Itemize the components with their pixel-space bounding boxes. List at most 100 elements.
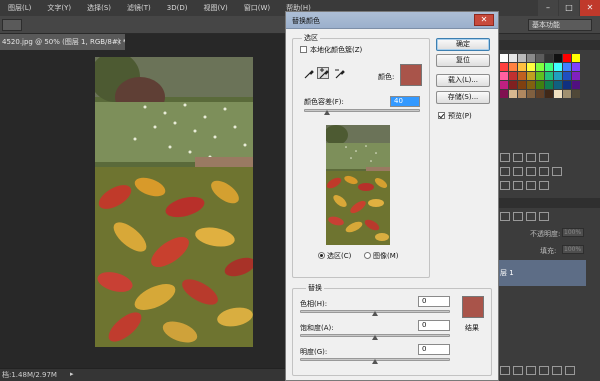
exposure-icon[interactable] — [539, 153, 549, 162]
lightness-field[interactable]: 0 — [418, 344, 450, 355]
document-tab[interactable]: 4520.jpg @ 50% (图层 1, RGB/8#) * × — [0, 34, 125, 50]
minimize-button[interactable]: – — [538, 0, 558, 16]
maximize-button[interactable]: □ — [559, 0, 579, 16]
menu-3d[interactable]: 3D(D) — [159, 0, 196, 16]
hue-field[interactable]: 0 — [418, 296, 450, 307]
reset-button[interactable]: 复位 — [436, 54, 490, 67]
close-app-button[interactable]: ✕ — [580, 0, 600, 16]
fill-field[interactable]: 100% — [562, 245, 584, 254]
eyedropper-plus-icon — [319, 68, 329, 79]
black-white-icon[interactable] — [539, 167, 549, 176]
localized-clusters-label: 本地化颜色簇(Z) — [310, 46, 363, 54]
selection-preview[interactable] — [326, 125, 390, 245]
maximize-icon: □ — [565, 3, 573, 12]
layers-footer-icons — [500, 366, 575, 375]
selection-color-swatch[interactable] — [400, 64, 422, 86]
vibrance-icon[interactable] — [500, 167, 510, 176]
eyedropper-icon[interactable] — [303, 68, 315, 80]
tool-preset-picker[interactable] — [2, 19, 22, 31]
link-layers-icon[interactable] — [500, 366, 510, 375]
replace-color-dialog: 替换颜色 ✕ 选区 本地化颜色簇(Z) 颜色: 颜色容差(F): 40 选区(C… — [285, 11, 499, 381]
saturation-field[interactable]: 0 — [418, 320, 450, 331]
adjustments-row-2 — [500, 167, 562, 176]
localized-clusters-checkbox[interactable] — [300, 46, 307, 53]
invert-icon[interactable] — [500, 181, 510, 190]
replacement-group-title: 替换 — [306, 283, 324, 293]
layer-filter-icons — [500, 212, 549, 221]
menu-select[interactable]: 选择(S) — [79, 0, 119, 16]
canvas-image — [95, 57, 253, 347]
menu-type[interactable]: 文字(Y) — [39, 0, 79, 16]
menu-view[interactable]: 视图(V) — [195, 0, 235, 16]
fuzziness-slider-thumb[interactable] — [324, 110, 331, 115]
new-group-icon[interactable] — [552, 366, 562, 375]
saturation-slider-thumb[interactable] — [372, 335, 378, 340]
color-balance-icon[interactable] — [526, 167, 536, 176]
saturation-label: 饱和度(A): — [300, 324, 334, 332]
layer-row-selected[interactable]: 层 1 — [498, 260, 586, 286]
opacity-label: 不透明度: — [530, 230, 561, 238]
filter-adjust-icon[interactable] — [513, 212, 523, 221]
eyedropper-minus-icon[interactable] — [334, 68, 346, 80]
swatches-panel-header[interactable] — [498, 40, 600, 50]
add-to-sample-tool[interactable] — [317, 67, 329, 79]
layers-panel-header[interactable] — [498, 198, 600, 208]
result-color-swatch[interactable] — [462, 296, 484, 318]
adjustments-row-3 — [500, 181, 549, 190]
document-tab-close-button[interactable]: × — [114, 34, 124, 50]
hue-slider-thumb[interactable] — [372, 311, 378, 316]
ok-button[interactable]: 确定 — [436, 38, 490, 51]
fuzziness-field[interactable]: 40 — [390, 96, 420, 107]
filter-shape-icon[interactable] — [539, 212, 549, 221]
photo-filter-icon[interactable] — [552, 167, 562, 176]
selection-group-title: 选区 — [302, 33, 320, 43]
dialog-close-button[interactable]: ✕ — [474, 14, 494, 26]
view-selection-radio[interactable] — [318, 252, 325, 259]
preview-checkbox[interactable] — [438, 112, 445, 119]
view-image-label: 图像(M) — [373, 252, 399, 260]
fuzziness-slider[interactable] — [304, 109, 420, 112]
filter-pixel-icon[interactable] — [500, 212, 510, 221]
new-adjustment-icon[interactable] — [539, 366, 549, 375]
dialog-title-bar[interactable]: 替换颜色 ✕ — [286, 12, 498, 29]
status-menu-arrow-icon[interactable]: ▸ — [70, 370, 74, 378]
workspace-select[interactable]: 基本功能 — [528, 19, 592, 31]
minimize-icon: – — [546, 3, 550, 12]
dialog-title: 替换颜色 — [292, 17, 320, 25]
add-mask-icon[interactable] — [526, 366, 536, 375]
hue-label: 色相(H): — [300, 300, 328, 308]
new-layer-icon[interactable] — [565, 366, 575, 375]
levels-icon[interactable] — [513, 153, 523, 162]
lightness-slider-thumb[interactable] — [372, 359, 378, 364]
fuzziness-label: 颜色容差(F): — [304, 98, 344, 106]
layer-name: 层 1 — [500, 269, 514, 277]
opacity-field[interactable]: 100% — [562, 228, 584, 237]
adjustments-panel-header[interactable] — [498, 120, 600, 130]
threshold-icon[interactable] — [526, 181, 536, 190]
fill-label: 填充: — [540, 247, 557, 255]
selection-preview-image — [326, 125, 390, 245]
color-label: 颜色: — [378, 73, 395, 81]
hue-saturation-icon[interactable] — [513, 167, 523, 176]
filter-type-icon[interactable] — [526, 212, 536, 221]
brightness-icon[interactable] — [500, 153, 510, 162]
layer-style-icon[interactable] — [513, 366, 523, 375]
gradient-map-icon[interactable] — [539, 181, 549, 190]
posterize-icon[interactable] — [513, 181, 523, 190]
swatches-grid[interactable] — [500, 54, 582, 106]
menu-filter[interactable]: 滤镜(T) — [119, 0, 159, 16]
preview-label: 预览(P) — [448, 112, 472, 120]
save-button[interactable]: 存储(S)... — [436, 91, 490, 104]
view-image-radio[interactable] — [364, 252, 371, 259]
fuzziness-value: 40 — [394, 97, 403, 105]
lightness-label: 明度(G): — [300, 348, 328, 356]
document-tab-label: 4520.jpg @ 50% (图层 1, RGB/8#) * — [2, 38, 125, 46]
menu-window[interactable]: 窗口(W) — [236, 0, 278, 16]
view-selection-label: 选区(C) — [327, 252, 352, 260]
load-button[interactable]: 载入(L)... — [436, 74, 490, 87]
curves-icon[interactable] — [526, 153, 536, 162]
document-canvas[interactable] — [95, 57, 253, 347]
result-label: 结果 — [465, 324, 479, 332]
menu-layer[interactable]: 图层(L) — [0, 0, 39, 16]
adjustments-row-1 — [500, 153, 549, 162]
